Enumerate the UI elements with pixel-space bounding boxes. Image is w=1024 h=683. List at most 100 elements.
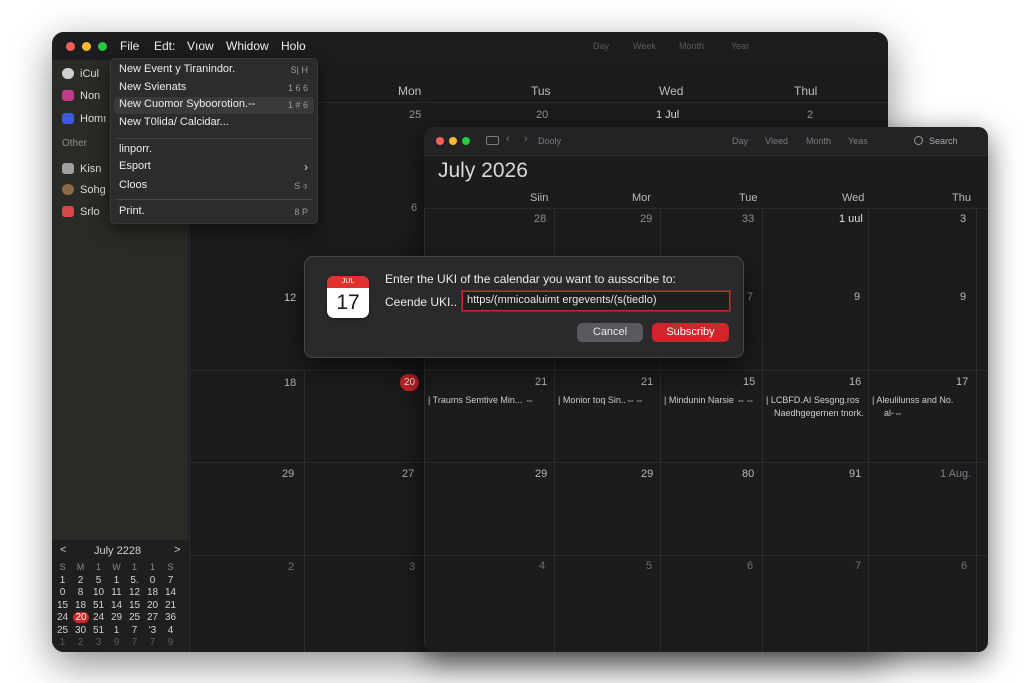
date-number: 15 bbox=[743, 376, 756, 388]
menu-item-new-event[interactable]: New Event y Tiranindor. S| H bbox=[111, 59, 317, 79]
mini-cal-day[interactable]: 14 bbox=[164, 587, 177, 598]
zoom-icon[interactable] bbox=[98, 42, 107, 51]
mini-cal-day[interactable]: 51 bbox=[92, 600, 105, 611]
mini-cal-day[interactable]: 1 bbox=[110, 575, 123, 586]
mini-cal-day[interactable]: 15 bbox=[128, 600, 141, 611]
menu-item-print[interactable]: Print. 8 P bbox=[111, 203, 317, 221]
mini-cal-day[interactable]: 12 bbox=[128, 587, 141, 598]
menu-help[interactable]: Holo bbox=[281, 39, 306, 53]
menu-edit[interactable]: Edt: bbox=[154, 39, 175, 53]
sidebar-item-srlo[interactable]: Srlo bbox=[62, 204, 100, 220]
date-number: 29 bbox=[640, 213, 653, 225]
mini-cal-day[interactable]: 7 bbox=[128, 637, 141, 648]
mini-cal-day[interactable]: 1 bbox=[56, 575, 69, 586]
date-number: 4 bbox=[539, 560, 546, 572]
view-week-tab[interactable]: Week bbox=[633, 41, 656, 51]
view-year-tab[interactable]: Year bbox=[731, 41, 749, 51]
mini-cal-day[interactable]: 30 bbox=[74, 625, 87, 636]
calendar-event[interactable]: | Monior ⁠toq Sin..⇔⇔ bbox=[558, 395, 644, 405]
zoom-icon[interactable] bbox=[462, 137, 470, 145]
menu-item-close[interactable]: Cloos S ⌽ bbox=[111, 178, 317, 196]
url-input[interactable]: https/(mmicoaluimt ergevents/(s(tiedlo) bbox=[462, 291, 730, 311]
view-day-tab[interactable]: Day bbox=[732, 136, 748, 146]
mini-cal-day[interactable]: 5. bbox=[128, 575, 141, 586]
view-day-tab[interactable]: Day bbox=[593, 41, 609, 51]
chevron-left-icon[interactable]: ‹ bbox=[506, 133, 510, 145]
calendar-event[interactable]: | Aleulilunss and No. bbox=[872, 395, 953, 405]
mini-cal-day[interactable]: 51 bbox=[92, 625, 105, 636]
gear-icon bbox=[62, 184, 74, 195]
close-icon[interactable] bbox=[66, 42, 75, 51]
menu-file[interactable]: File bbox=[120, 39, 139, 53]
mini-cal-day[interactable]: 9 bbox=[110, 637, 123, 648]
menu-window[interactable]: Whidow bbox=[226, 39, 269, 53]
minimize-icon[interactable] bbox=[449, 137, 457, 145]
date-number: 1 uul bbox=[839, 213, 863, 225]
view-month-tab[interactable]: Month bbox=[679, 41, 704, 51]
mini-cal-day[interactable]: 27 bbox=[146, 612, 159, 623]
mini-cal-day[interactable]: 25 bbox=[56, 625, 69, 636]
mini-cal-next-button[interactable]: > bbox=[174, 544, 180, 556]
mini-cal-day[interactable]: 0 bbox=[56, 587, 69, 598]
mini-cal-prev-button[interactable]: < bbox=[60, 544, 66, 556]
close-icon[interactable] bbox=[436, 137, 444, 145]
chevron-right-icon[interactable]: › bbox=[524, 133, 528, 145]
calendar-event[interactable]: | Mindunin Narsie ⇔⇔ bbox=[664, 395, 754, 405]
menu-view[interactable]: Vıow bbox=[187, 39, 214, 53]
calendar-event[interactable]: | LCBFD.AI Sesgng.ros bbox=[766, 395, 859, 405]
mini-cal-day[interactable]: 1 bbox=[110, 625, 123, 636]
menu-item-import[interactable]: linporr. bbox=[111, 142, 317, 160]
divider bbox=[762, 208, 763, 652]
sidebar-item-icloud[interactable]: iCul bbox=[62, 66, 99, 82]
mini-cal-day[interactable]: 11 bbox=[110, 587, 123, 598]
search-field[interactable]: Search bbox=[929, 136, 958, 146]
mini-cal-day[interactable]: 36 bbox=[164, 612, 177, 623]
mini-cal-day[interactable]: 21 bbox=[164, 600, 177, 611]
mini-cal-weekday: W bbox=[112, 562, 121, 572]
calendar-event[interactable]: al-⇔ bbox=[884, 408, 903, 418]
mini-cal-day[interactable]: 2 bbox=[74, 637, 87, 648]
menu-item-new-calendar-subscription[interactable]: New Cuomor Syboorotion.-- 1 # 6 bbox=[114, 97, 314, 114]
sidebar-item-sohg[interactable]: Sohg bbox=[62, 182, 106, 198]
mini-cal-day[interactable]: 10 bbox=[92, 587, 105, 598]
mini-cal-day[interactable]: '3 bbox=[146, 625, 159, 636]
sidebar-item-home[interactable]: Homı bbox=[62, 111, 106, 127]
menu-item-new-holiday-calendar[interactable]: New T0lida/ Calcidar... bbox=[111, 115, 317, 133]
subscribe-button[interactable]: Subscriby bbox=[652, 323, 729, 342]
mini-cal-day[interactable]: 2 bbox=[74, 575, 87, 586]
mini-cal-day[interactable]: 8 bbox=[74, 587, 87, 598]
date-number: 91 bbox=[849, 468, 862, 480]
mini-cal-day[interactable]: 18 bbox=[146, 587, 159, 598]
calendar-event[interactable]: | Traums Semtive Min... ⇔ bbox=[428, 395, 534, 405]
sidebar-item-kisn[interactable]: Kisn bbox=[62, 161, 101, 177]
sidebar-item-non[interactable]: Non bbox=[62, 88, 100, 104]
mini-cal-day[interactable]: 0 bbox=[146, 575, 159, 586]
cancel-button[interactable]: Cancel bbox=[577, 323, 643, 342]
mini-cal-day[interactable]: 24 bbox=[92, 612, 105, 623]
view-year-tab[interactable]: Yeas bbox=[848, 136, 868, 146]
mini-cal-day[interactable]: 7 bbox=[164, 575, 177, 586]
mini-cal-day[interactable]: 20 bbox=[146, 600, 159, 611]
mini-cal-day[interactable]: 20 bbox=[73, 612, 89, 623]
mini-cal-day[interactable]: 7 bbox=[128, 625, 141, 636]
mini-cal-day[interactable]: 24 bbox=[56, 612, 69, 623]
view-month-tab[interactable]: Month bbox=[806, 136, 831, 146]
titlebar: ‹ › Dooly Day Vleed Month Yeas Search bbox=[424, 127, 988, 156]
view-week-tab[interactable]: Vleed bbox=[765, 136, 788, 146]
mini-cal-day[interactable]: 9 bbox=[164, 637, 177, 648]
mini-cal-day[interactable]: 14 bbox=[110, 600, 123, 611]
mini-cal-day[interactable]: 7 bbox=[146, 637, 159, 648]
mini-cal-day[interactable]: 18 bbox=[74, 600, 87, 611]
menu-item-export[interactable]: Esport › bbox=[111, 160, 317, 178]
mini-cal-day[interactable]: 5 bbox=[92, 575, 105, 586]
mini-cal-day[interactable]: 25 bbox=[128, 612, 141, 623]
calendar-event[interactable]: Naedhgegernen tnork. bbox=[774, 408, 864, 418]
sidebar-toggle-icon[interactable] bbox=[486, 136, 499, 145]
minimize-icon[interactable] bbox=[82, 42, 91, 51]
mini-cal-day[interactable]: 15 bbox=[56, 600, 69, 611]
mini-cal-day[interactable]: 3 bbox=[92, 637, 105, 648]
mini-cal-day[interactable]: 4 bbox=[164, 625, 177, 636]
mini-cal-day[interactable]: 1 bbox=[56, 637, 69, 648]
mini-cal-day[interactable]: 29 bbox=[110, 612, 123, 623]
menu-item-new-reminder[interactable]: New Svienats 1 6 6 bbox=[111, 79, 317, 97]
